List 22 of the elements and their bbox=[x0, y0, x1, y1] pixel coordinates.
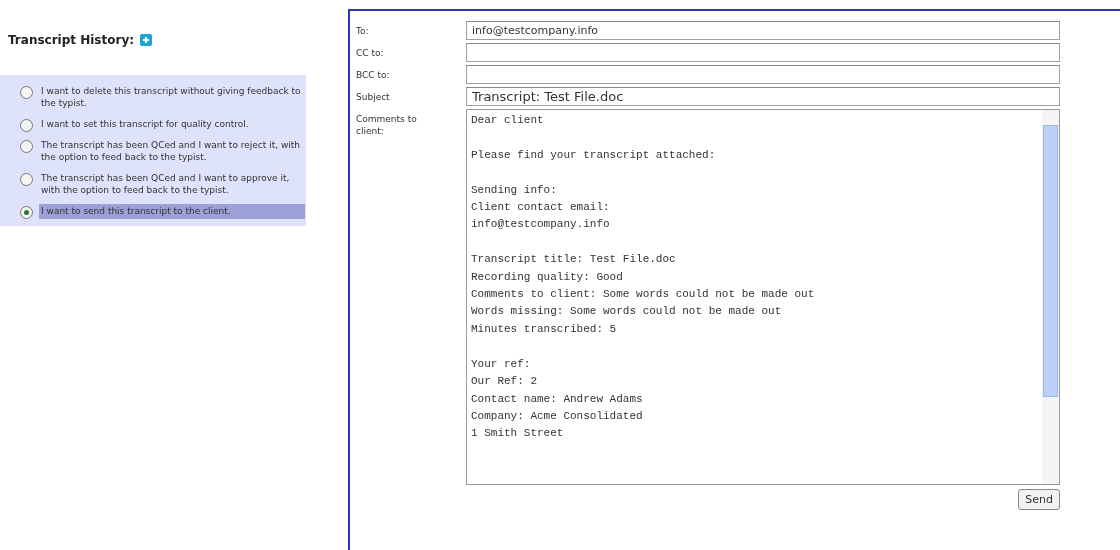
input-field[interactable] bbox=[466, 43, 1060, 62]
section-title: Transcript History: bbox=[8, 33, 135, 47]
field-label: Subject bbox=[356, 91, 391, 104]
radio-button[interactable] bbox=[20, 86, 33, 99]
input-field[interactable]: info@testcompany.info bbox=[466, 21, 1060, 40]
radio-button[interactable] bbox=[20, 119, 33, 132]
option-label[interactable]: The transcript has been QCed and I want to approve it, with the option to feed back to the typist. bbox=[39, 171, 305, 198]
radio-button[interactable] bbox=[20, 206, 33, 219]
radio-button[interactable] bbox=[20, 140, 33, 153]
send-button[interactable]: Send bbox=[1018, 489, 1060, 510]
field-label: To: bbox=[356, 25, 370, 38]
field-label: BCC to: bbox=[356, 69, 391, 82]
radio-button[interactable] bbox=[20, 173, 33, 186]
plus-icon[interactable] bbox=[140, 34, 153, 46]
option-label[interactable]: I want to delete this transcript without giving feedback to the typist. bbox=[39, 84, 305, 111]
input-field[interactable]: Transcript: Test File.doc bbox=[466, 87, 1060, 106]
input-field[interactable] bbox=[466, 65, 1060, 84]
option-label[interactable]: The transcript has been QCed and I want to reject it, with the option to feed back to the typist. bbox=[39, 138, 305, 165]
field-label: Comments to client: bbox=[356, 113, 418, 138]
option-label[interactable]: I want to set this transcript for quality control. bbox=[39, 117, 305, 132]
field-label: CC to: bbox=[356, 47, 385, 60]
option-label[interactable]: I want to send this transcript to the client. bbox=[39, 204, 305, 219]
